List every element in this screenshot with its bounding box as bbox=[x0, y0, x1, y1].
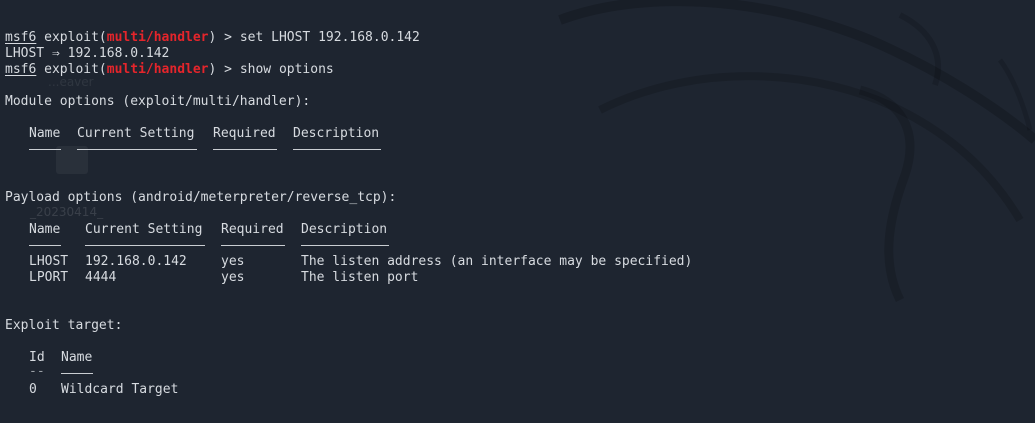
payload-rule-current bbox=[85, 245, 205, 246]
target-row-name: Wildcard Target bbox=[61, 382, 179, 397]
payload-options-heading: Payload options (android/meterpreter/rev… bbox=[5, 190, 397, 205]
terminal-window[interactable]: ...eaver _20230414_ msf6 exploit(multi/h… bbox=[0, 0, 1035, 423]
module-header-current: Current Setting bbox=[77, 126, 195, 141]
prompt-msf6: msf6 bbox=[5, 62, 37, 77]
module-rule-required bbox=[213, 149, 277, 150]
module-header-name: Name bbox=[29, 126, 61, 141]
command-line-1: msf6 exploit(multi/handler) > set LHOST … bbox=[5, 30, 420, 45]
module-name: multi/handler bbox=[106, 62, 209, 77]
prompt-msf6: msf6 bbox=[5, 30, 37, 45]
payload-row-current: 4444 bbox=[85, 270, 117, 285]
payload-row-required: yes bbox=[221, 254, 245, 269]
payload-row-name: LPORT bbox=[29, 270, 69, 285]
payload-row-description: The listen address (an interface may be … bbox=[301, 254, 693, 269]
target-rule-id: -- bbox=[29, 364, 45, 379]
target-header-name: Name bbox=[61, 350, 93, 365]
payload-row-current: 192.168.0.142 bbox=[85, 254, 187, 269]
payload-row-required: yes bbox=[221, 270, 245, 285]
payload-header-current: Current Setting bbox=[85, 222, 203, 237]
payload-rule-required bbox=[221, 245, 285, 246]
command-line-2: msf6 exploit(multi/handler) > show optio… bbox=[5, 62, 334, 77]
target-row-id: 0 bbox=[29, 382, 37, 397]
module-header-description: Description bbox=[293, 126, 380, 141]
target-rule-name bbox=[61, 373, 93, 374]
payload-row-description: The listen port bbox=[301, 270, 419, 285]
payload-row-name: LHOST bbox=[29, 254, 69, 269]
module-name: multi/handler bbox=[106, 30, 209, 45]
exploit-target-heading: Exploit target: bbox=[5, 318, 123, 333]
module-options-heading: Module options (exploit/multi/handler): bbox=[5, 94, 311, 109]
output-lhost-set: LHOST ⇒ 192.168.0.142 bbox=[5, 46, 170, 61]
module-rule-description bbox=[293, 149, 381, 150]
desktop-ghost-label: _20230414_ bbox=[30, 205, 104, 219]
payload-rule-name bbox=[29, 245, 61, 246]
payload-header-description: Description bbox=[301, 222, 388, 237]
payload-header-required: Required bbox=[221, 222, 284, 237]
payload-header-name: Name bbox=[29, 222, 61, 237]
desktop-file-icon bbox=[56, 146, 88, 174]
module-header-required: Required bbox=[213, 126, 276, 141]
module-rule-current bbox=[77, 149, 197, 150]
payload-rule-description bbox=[301, 245, 389, 246]
module-rule-name bbox=[29, 149, 61, 150]
